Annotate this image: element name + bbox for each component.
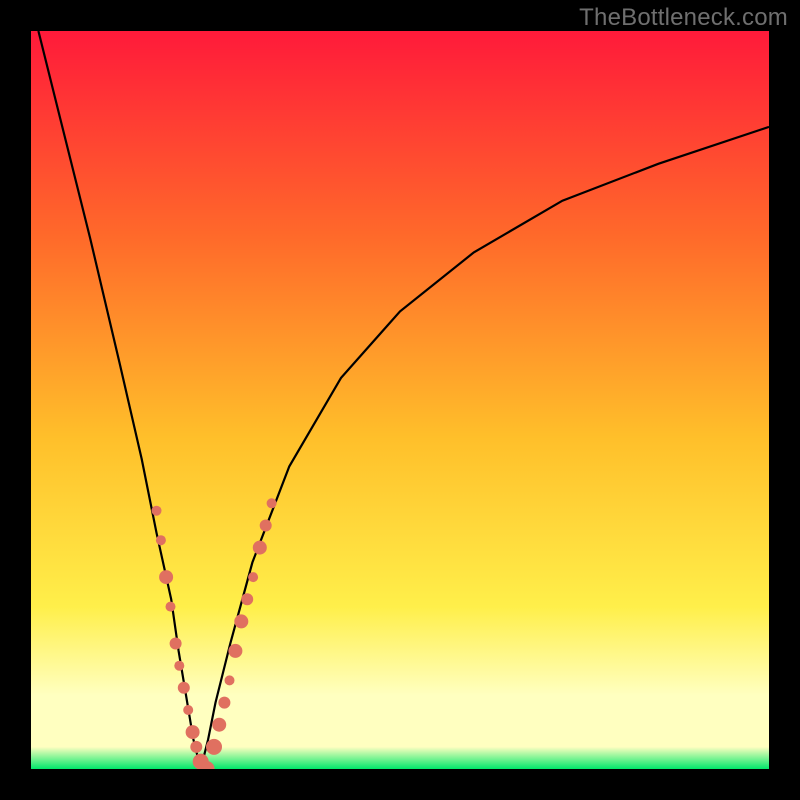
bead-marker	[228, 644, 242, 658]
outer-frame: TheBottleneck.com	[0, 0, 800, 800]
watermark-text: TheBottleneck.com	[579, 4, 788, 32]
bead-marker	[253, 541, 267, 555]
bead-marker	[234, 614, 248, 628]
bead-marker	[159, 570, 173, 584]
bead-marker	[225, 675, 235, 685]
bead-marker	[241, 593, 253, 605]
bead-marker	[218, 697, 230, 709]
bead-marker	[178, 682, 190, 694]
bead-marker	[166, 602, 176, 612]
bead-marker	[248, 572, 258, 582]
bead-marker	[183, 705, 193, 715]
bead-marker	[212, 718, 226, 732]
plot-area	[31, 31, 769, 769]
bead-marker	[152, 506, 162, 516]
curve-left-branch	[38, 31, 200, 769]
bead-marker	[170, 638, 182, 650]
bead-marker	[156, 535, 166, 545]
bead-marker	[186, 725, 200, 739]
bead-cluster	[152, 498, 277, 769]
bead-marker	[206, 739, 222, 755]
curve-layer	[31, 31, 769, 769]
bead-marker	[260, 520, 272, 532]
bead-marker	[190, 741, 202, 753]
bead-marker	[267, 498, 277, 508]
bead-marker	[174, 661, 184, 671]
curve-right-branch	[201, 127, 769, 769]
